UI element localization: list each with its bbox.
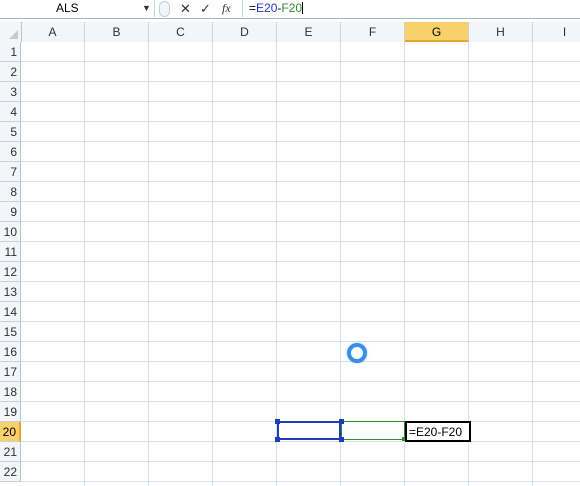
row-header-8[interactable]: 8 <box>0 182 21 202</box>
select-all-button[interactable] <box>0 22 22 42</box>
reference-highlight-f20[interactable] <box>341 421 405 440</box>
column-header-d[interactable]: D <box>213 22 277 42</box>
row-header-18[interactable]: 18 <box>0 382 21 402</box>
row-header-13[interactable]: 13 <box>0 282 21 302</box>
name-box-dropdown-icon[interactable]: ▼ <box>142 0 151 17</box>
formula-text: =E20-F20 <box>249 1 304 15</box>
column-header-row: A B C D E F G H I <box>0 22 580 43</box>
insert-function-icon[interactable]: fx <box>222 0 231 17</box>
row-header-12[interactable]: 12 <box>0 262 21 282</box>
row-header-19[interactable]: 19 <box>0 402 21 422</box>
row-header-6[interactable]: 6 <box>0 142 21 162</box>
row-header-16[interactable]: 16 <box>0 342 21 362</box>
resize-handle-e20-bottom-left[interactable] <box>275 437 280 442</box>
row-header-17[interactable]: 17 <box>0 362 21 382</box>
row-header-11[interactable]: 11 <box>0 242 21 262</box>
column-header-h[interactable]: H <box>469 22 533 42</box>
name-box[interactable]: ALS ▼ <box>0 0 155 17</box>
column-header-e[interactable]: E <box>277 22 341 42</box>
row-header-2[interactable]: 2 <box>0 62 21 82</box>
column-header-i[interactable]: I <box>533 22 580 42</box>
cell-grid[interactable] <box>21 42 580 486</box>
column-header-f[interactable]: F <box>341 22 405 42</box>
row-header-22[interactable]: 22 <box>0 462 21 482</box>
row-header-14[interactable]: 14 <box>0 302 21 322</box>
row-header-21[interactable]: 21 <box>0 442 21 462</box>
row-header-1[interactable]: 1 <box>0 42 21 62</box>
row-header-10[interactable]: 10 <box>0 222 21 242</box>
select-all-icon <box>9 30 18 39</box>
row-header-15[interactable]: 15 <box>0 322 21 342</box>
formula-bar: ALS ▼ ✕ ✓ fx =E20-F20 <box>0 0 580 19</box>
row-header-20[interactable]: 20 <box>0 422 21 442</box>
row-header-7[interactable]: 7 <box>0 162 21 182</box>
row-header-4[interactable]: 4 <box>0 102 21 122</box>
busy-spinner-icon <box>347 343 367 363</box>
active-cell-formula[interactable]: =E20-F20 <box>409 423 462 441</box>
row-header-9[interactable]: 9 <box>0 202 21 222</box>
row-header-5[interactable]: 5 <box>0 122 21 142</box>
resize-handle-e20-top-left[interactable] <box>275 419 280 424</box>
enter-check-icon[interactable]: ✓ <box>200 0 211 17</box>
resize-handle-e20-top-right[interactable] <box>339 419 344 424</box>
reference-highlight-e20[interactable] <box>277 421 341 440</box>
name-box-resize-handle[interactable] <box>159 1 170 17</box>
resize-handle-e20-bottom-right[interactable] <box>339 437 344 442</box>
formula-ref-f20: F20 <box>281 1 303 15</box>
formula-buttons: ✕ ✓ fx <box>156 0 240 17</box>
row-header-3[interactable]: 3 <box>0 82 21 102</box>
text-caret <box>302 2 304 14</box>
name-box-value: ALS <box>56 1 79 15</box>
active-cell-g20[interactable]: =E20-F20 <box>405 421 471 442</box>
formula-ref-e20: E20 <box>256 1 278 15</box>
formula-input[interactable]: =E20-F20 <box>242 0 580 17</box>
column-header-c[interactable]: C <box>149 22 213 42</box>
column-header-a[interactable]: A <box>21 22 85 42</box>
column-header-g[interactable]: G <box>405 22 469 42</box>
cancel-icon[interactable]: ✕ <box>180 0 191 17</box>
column-header-b[interactable]: B <box>85 22 149 42</box>
